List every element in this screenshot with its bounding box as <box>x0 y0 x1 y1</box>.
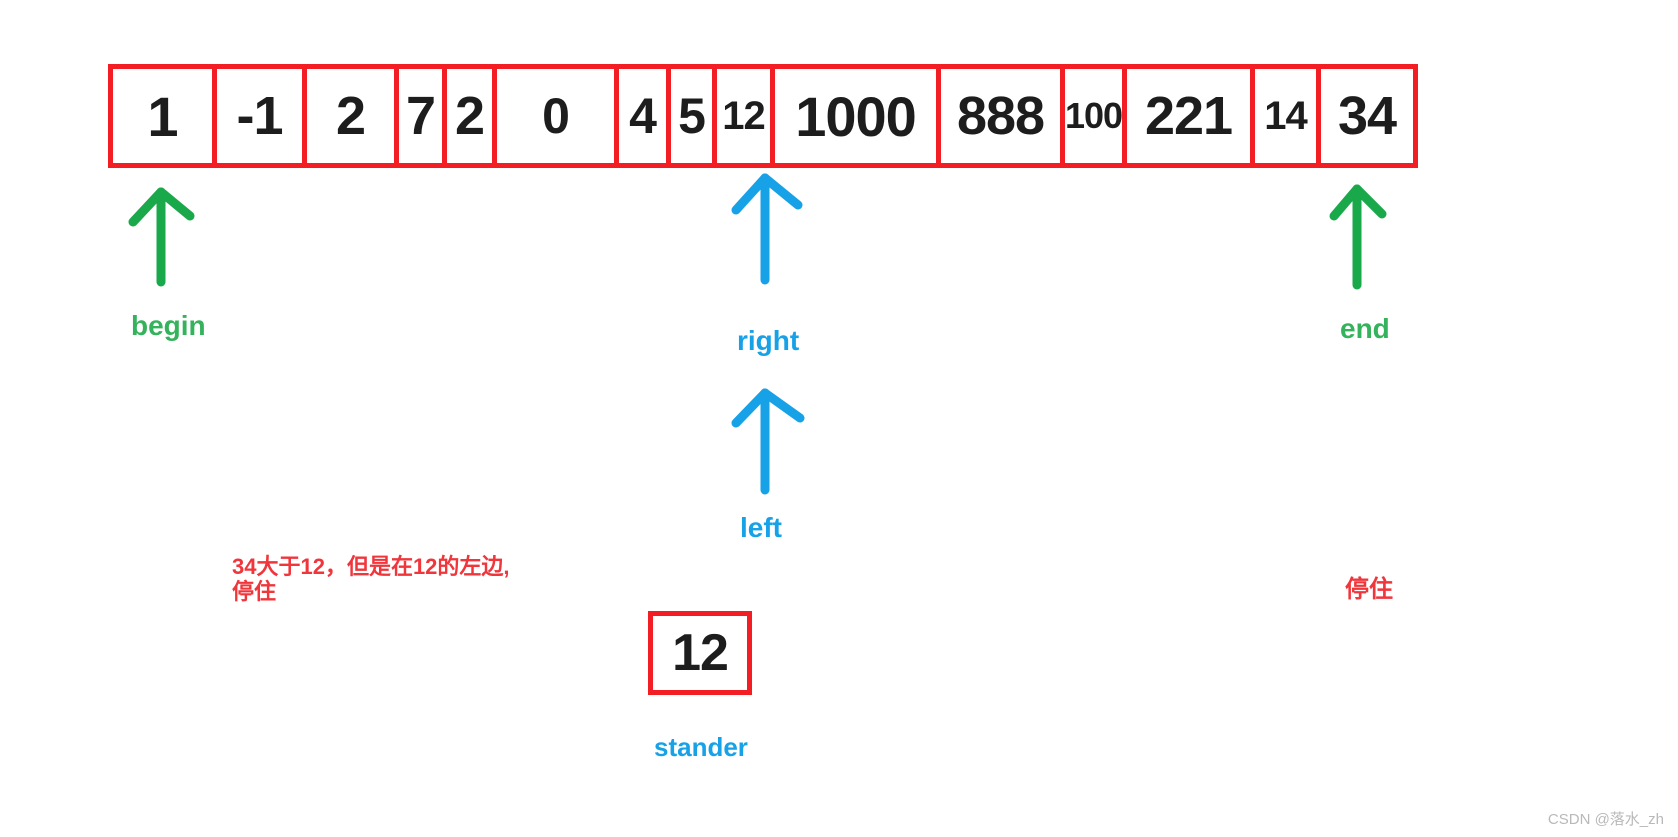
note-left-line1: 34大于12，但是在12的左边, <box>232 554 510 579</box>
array-cell-value: 34 <box>1337 86 1397 146</box>
diagram-canvas: 1 -1 2 7 2 0 4 5 12 1000 888 100 221 14 34 begin right <box>0 0 1678 837</box>
array-cell-value: 14 <box>1264 93 1307 138</box>
array-cell: 4 <box>619 69 671 163</box>
end-label: end <box>1340 313 1390 344</box>
array-cell: 7 <box>399 69 447 163</box>
array-cell: 1 <box>113 69 217 163</box>
array-cell: 888 <box>941 69 1065 163</box>
array-cell: 1000 <box>775 69 941 163</box>
right-label: right <box>737 325 800 356</box>
begin-label: begin <box>131 310 206 341</box>
array-cell-value: 2 <box>335 86 366 146</box>
stander-value: 12 <box>672 624 729 682</box>
array-cell: 0 <box>497 69 619 163</box>
array-cell-value: 2 <box>454 86 485 146</box>
array-cell-value: 7 <box>405 86 436 146</box>
array-cell: 34 <box>1321 69 1413 163</box>
array-cell: 100 <box>1065 69 1127 163</box>
left-arrow-icon <box>730 385 820 495</box>
note-left: 34大于12，但是在12的左边, 停住 <box>232 554 510 605</box>
array-cell: 14 <box>1255 69 1321 163</box>
array-cell-value: 12 <box>722 93 765 138</box>
array-cell-value: 5 <box>678 88 706 144</box>
array-cell-value: 221 <box>1144 86 1233 146</box>
left-label: left <box>740 512 782 543</box>
array-cell-value: 1000 <box>795 84 917 148</box>
stander-box: 12 <box>648 611 752 695</box>
array-cell: 12 <box>717 69 775 163</box>
array-cell-value: 1 <box>147 84 178 148</box>
array-cell: 2 <box>307 69 399 163</box>
array-cell: 5 <box>671 69 717 163</box>
note-right: 停住 <box>1345 576 1393 603</box>
watermark: CSDN @落水_zh <box>1547 811 1664 828</box>
array-cell-value: 0 <box>542 88 570 144</box>
array-cell: -1 <box>217 69 307 163</box>
stander-label: stander <box>654 732 748 762</box>
array-cell-value: 888 <box>956 86 1045 146</box>
end-arrow-icon <box>1327 180 1397 290</box>
array-cell: 221 <box>1127 69 1255 163</box>
begin-arrow-icon <box>128 182 208 287</box>
array-cell-value: 100 <box>1064 95 1123 136</box>
note-left-line2: 停住 <box>232 579 277 605</box>
array-cell-value: 4 <box>629 88 657 144</box>
right-arrow-icon <box>730 170 820 285</box>
array-cell-value: -1 <box>236 86 283 146</box>
array-cell: 2 <box>447 69 497 163</box>
array-strip: 1 -1 2 7 2 0 4 5 12 1000 888 100 221 14 34 <box>108 64 1418 168</box>
